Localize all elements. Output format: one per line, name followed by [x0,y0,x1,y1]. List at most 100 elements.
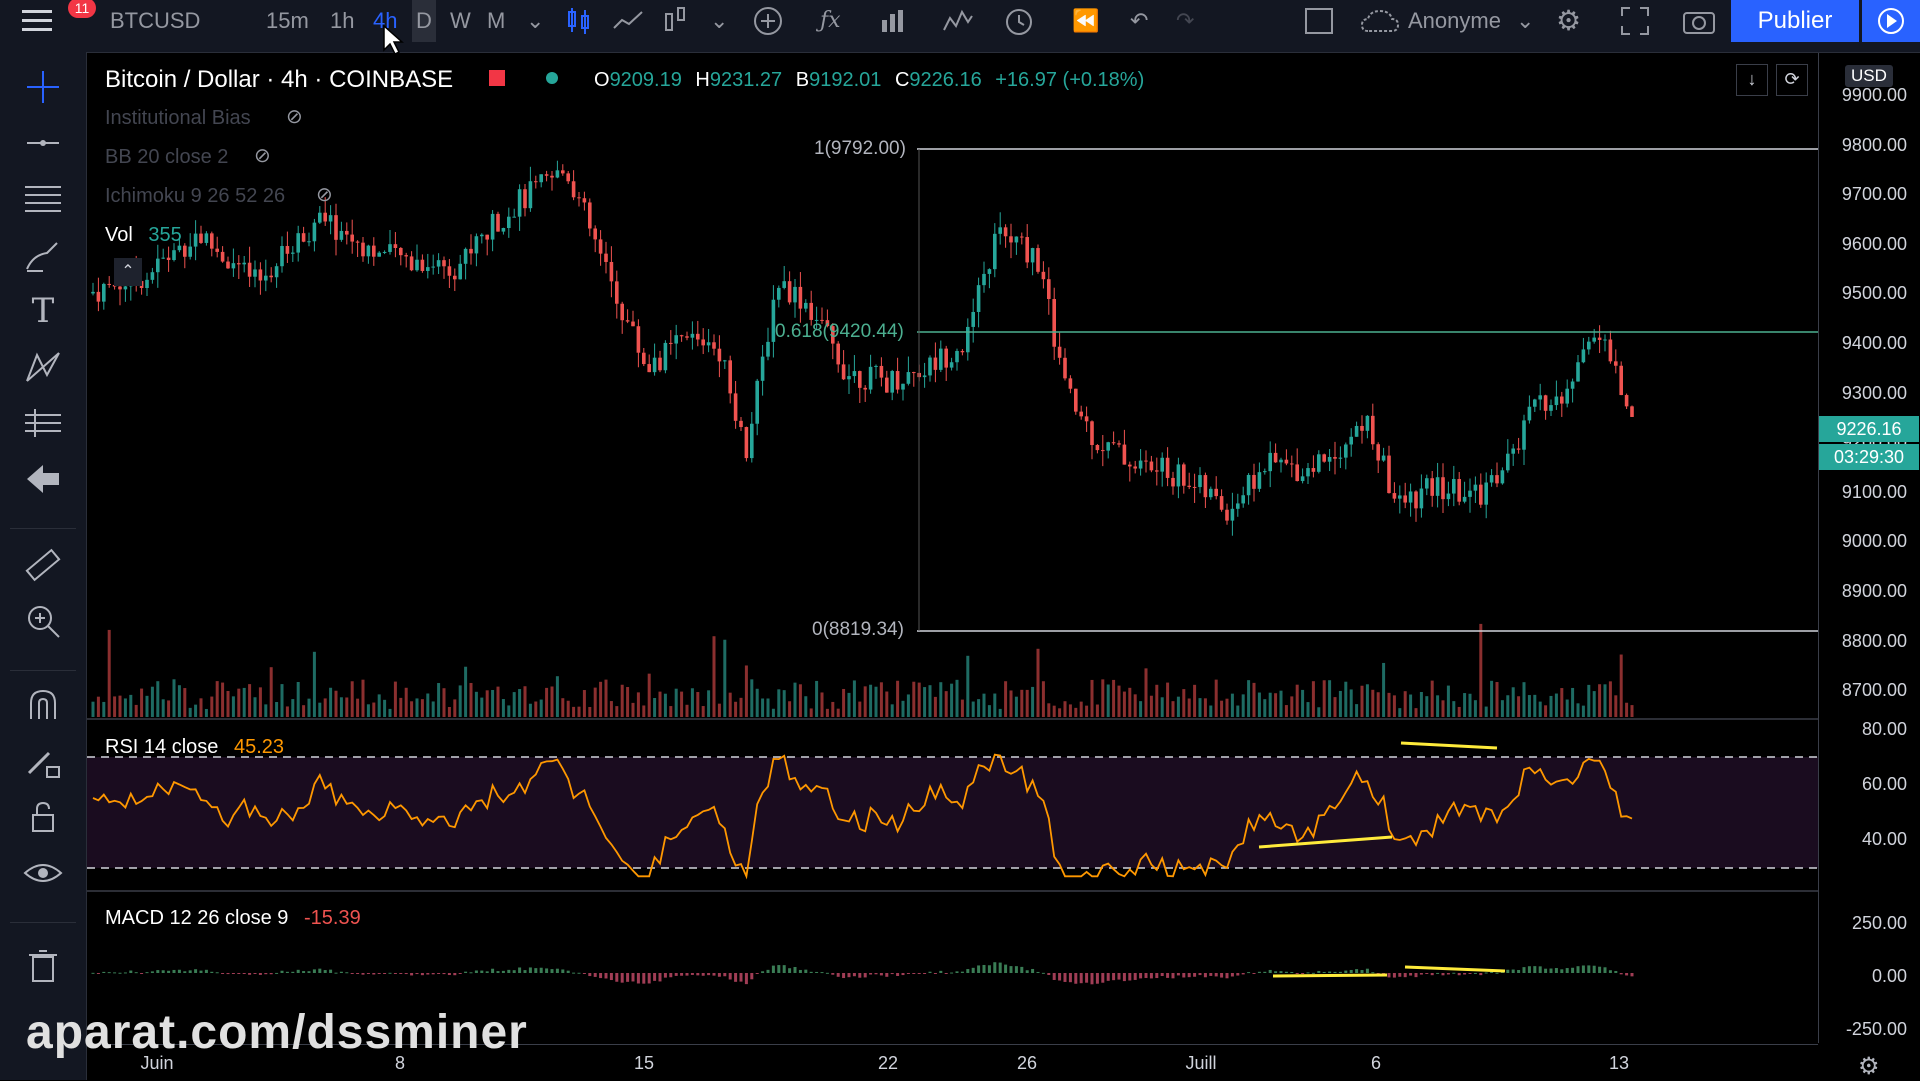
volume-bar [1166,682,1170,717]
refresh-icon[interactable]: ⟳ [1776,64,1808,96]
candle-body [355,241,360,243]
macd-histogram-bar [1533,966,1537,973]
volume-bar [1295,684,1299,717]
horizontal-lines-icon[interactable] [20,176,66,222]
macd-histogram-bar [204,969,208,973]
volume-bar [1398,708,1402,717]
back-arrow-icon[interactable] [20,456,66,502]
macd-histogram-bar [183,971,187,973]
macd-histogram-bar [1565,968,1569,973]
bar-type-icon[interactable] [662,0,690,42]
eye-icon[interactable] [20,850,66,896]
macd-histogram-bar [577,972,581,974]
macd-histogram-bar [825,972,829,974]
volume-bar [1311,681,1315,717]
candle-body [598,239,603,254]
fullscreen-icon[interactable] [1620,0,1650,42]
price-chart[interactable] [87,53,1818,1043]
text-icon[interactable]: T [20,288,66,334]
drawing-toolbar: T [0,52,87,1080]
replay-icon[interactable]: ⏪ [1072,0,1099,42]
interval-m[interactable]: M [487,0,505,42]
macd-histogram-bar [539,967,543,973]
line-icon[interactable] [612,0,644,42]
flag-icon[interactable] [489,70,505,86]
macd-histogram-bar [188,970,192,973]
lock-icon[interactable] [20,794,66,840]
eye-hidden-icon[interactable]: ⊘ [316,182,333,207]
trash-icon[interactable] [20,942,66,988]
volume-bar [194,704,198,717]
volume-bar [1355,704,1359,717]
axis-settings-icon[interactable]: ⚙ [1858,1052,1880,1081]
volume-bar [1122,691,1126,717]
indicator-bb[interactable]: BB 20 close 2 [105,146,228,169]
publish-button[interactable]: Publier [1731,0,1859,42]
redo-icon[interactable]: ↷ [1176,0,1194,42]
volume-bar [91,701,95,717]
chart-title[interactable]: Bitcoin / Dollar · 4h · COINBASE [105,66,453,94]
play-icon[interactable] [1862,0,1920,42]
volume-bar [237,688,241,717]
measure-icon[interactable] [20,400,66,446]
macd-histogram-bar [464,971,468,973]
volume-bar [1500,700,1504,717]
magnet-icon[interactable] [20,682,66,728]
undo-icon[interactable]: ↶ [1130,0,1148,42]
collapse-icon[interactable]: ⌃ [114,258,142,286]
brush-icon[interactable] [20,232,66,278]
candle-body [1441,477,1445,500]
macd-histogram-bar [172,969,176,973]
candle-body [658,357,662,371]
eye-hidden-icon[interactable]: ⊘ [286,104,303,129]
chevron-down-icon[interactable]: ⌄ [1516,0,1534,42]
interval-d[interactable]: D [412,0,436,42]
indicator-ichimoku[interactable]: Ichimoku 9 26 52 26 [105,185,285,208]
lock-pencil-icon[interactable] [20,738,66,784]
candle-body [1376,444,1380,461]
crosshair-icon[interactable] [20,64,66,110]
volume-bar [609,701,613,717]
volume-bar [134,704,138,717]
volume-bar [966,655,970,717]
layout-icon[interactable] [1304,0,1334,42]
candle-body [1479,484,1483,505]
camera-icon[interactable] [1682,0,1716,42]
chevron-down-icon[interactable]: ⌄ [710,0,728,42]
macd-histogram-bar [923,973,927,974]
fx-icon[interactable]: ƒx [820,0,841,42]
download-icon[interactable]: ↓ [1736,64,1768,96]
eye-hidden-icon[interactable]: ⊘ [254,143,271,168]
macd-histogram-bar [1301,973,1305,974]
chevron-down-icon[interactable]: ⌄ [526,0,544,42]
indicators-icon[interactable] [942,0,974,42]
candle-body [517,189,522,217]
macd-histogram-bar [1355,969,1359,973]
menu-icon[interactable]: 11 [20,0,96,42]
volume-bar [728,692,732,717]
macd-histogram-bar [620,973,624,983]
interval-1h[interactable]: 1h [330,0,354,42]
zoom-icon[interactable] [20,598,66,644]
indicator-institutional-bias[interactable]: Institutional Bias [105,107,251,130]
candles-icon[interactable] [566,0,592,42]
volume-bar [280,684,284,717]
ruler-icon[interactable] [20,542,66,588]
cloud-icon[interactable] [1360,0,1400,42]
price-axis[interactable]: USD 9900.00 9800.00 9700.00 9600.00 9500.00 9… [1818,53,1920,1043]
alert-icon[interactable] [1002,0,1036,42]
candle-body [107,283,111,285]
pattern-icon[interactable] [20,344,66,390]
settings-icon[interactable]: ⚙ [1556,0,1581,42]
compare-icon[interactable] [878,0,908,42]
macd-histogram-bar [1041,972,1045,974]
volume-bar [1306,702,1310,717]
user-name[interactable]: Anonyme [1408,0,1501,42]
interval-w[interactable]: W [450,0,471,42]
symbol-search[interactable]: BTCUSD [110,0,200,42]
interval-15m[interactable]: 15m [266,0,309,42]
trend-line-icon[interactable] [20,120,66,166]
currency-label[interactable]: USD [1845,65,1893,87]
add-icon[interactable] [752,0,784,42]
candle-body [966,326,970,353]
